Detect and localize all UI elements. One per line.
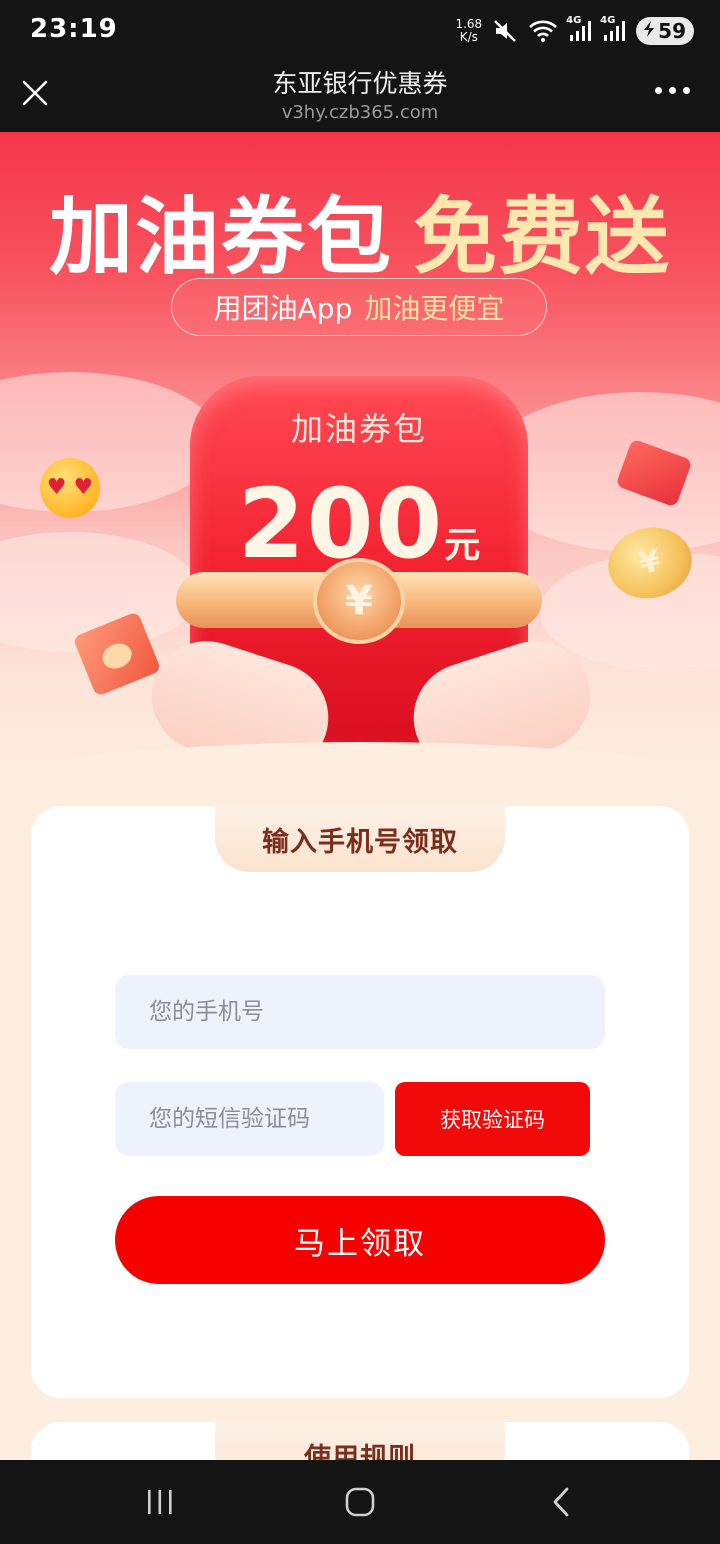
browser-header: 东亚银行优惠券 v3hy.czb365.com xyxy=(0,62,720,132)
headline-highlight: 免费送 xyxy=(413,188,672,286)
hero-banner: 加油券包 免费送 用团油App 加油更便宜 ¥ ♥ ♥ 加油券包 200元 ¥ xyxy=(0,132,720,788)
page-content: 加油券包 免费送 用团油App 加油更便宜 ¥ ♥ ♥ 加油券包 200元 ¥ 输… xyxy=(0,132,720,1460)
recent-apps-icon[interactable] xyxy=(130,1482,190,1522)
battery-indicator: 59 xyxy=(636,17,694,45)
rules-card-title: 使用规则 xyxy=(215,1422,505,1460)
signal-icon: 4G xyxy=(566,15,592,43)
get-code-button[interactable]: 获取验证码 xyxy=(395,1082,590,1156)
battery-icon xyxy=(642,19,656,43)
signal-type-label: 4G xyxy=(566,15,582,26)
yuan-coin-icon: ¥ xyxy=(313,558,405,644)
status-icons: 1.68 K/s 4G 4G 59 xyxy=(455,14,694,48)
bag-label: 加油券包 xyxy=(290,410,427,448)
page-url: v3hy.czb365.com xyxy=(281,102,439,123)
claim-form-card: 输入手机号领取 获取验证码 马上领取 xyxy=(31,806,689,1398)
heart-eyes-emoji-icon: ♥ ♥ xyxy=(40,458,100,518)
net-speed-unit: K/s xyxy=(459,30,478,44)
sms-code-input[interactable] xyxy=(115,1082,384,1156)
hero-subtitle: 用团油App 加油更便宜 xyxy=(171,278,547,336)
phone-input[interactable] xyxy=(115,975,605,1049)
battery-level: 59 xyxy=(658,19,686,43)
signal-type-label: 4G xyxy=(600,15,616,26)
system-nav-bar xyxy=(0,1460,720,1544)
form-card-title: 输入手机号领取 xyxy=(215,806,505,872)
back-icon[interactable] xyxy=(532,1482,592,1522)
more-icon[interactable] xyxy=(655,87,690,94)
signal-icon: 4G xyxy=(600,15,626,43)
hero-headline: 加油券包 免费送 xyxy=(0,170,720,291)
home-icon[interactable] xyxy=(330,1482,390,1522)
amount-unit: 元 xyxy=(444,525,481,566)
status-bar: 23:19 1.68 K/s 4G 4G 59 xyxy=(0,0,720,62)
status-time: 23:19 xyxy=(30,14,118,44)
subtitle-benefit: 加油更便宜 xyxy=(364,292,505,325)
headline-main: 加油券包 xyxy=(48,188,393,286)
claim-now-button[interactable]: 马上领取 xyxy=(115,1196,605,1284)
net-speed: 1.68 K/s xyxy=(455,18,482,44)
subtitle-app: 用团油App xyxy=(213,292,353,325)
rules-card: 使用规则 xyxy=(31,1422,689,1460)
page-title: 东亚银行优惠券 xyxy=(272,69,448,98)
mute-icon xyxy=(492,18,518,44)
wifi-icon xyxy=(528,19,558,43)
